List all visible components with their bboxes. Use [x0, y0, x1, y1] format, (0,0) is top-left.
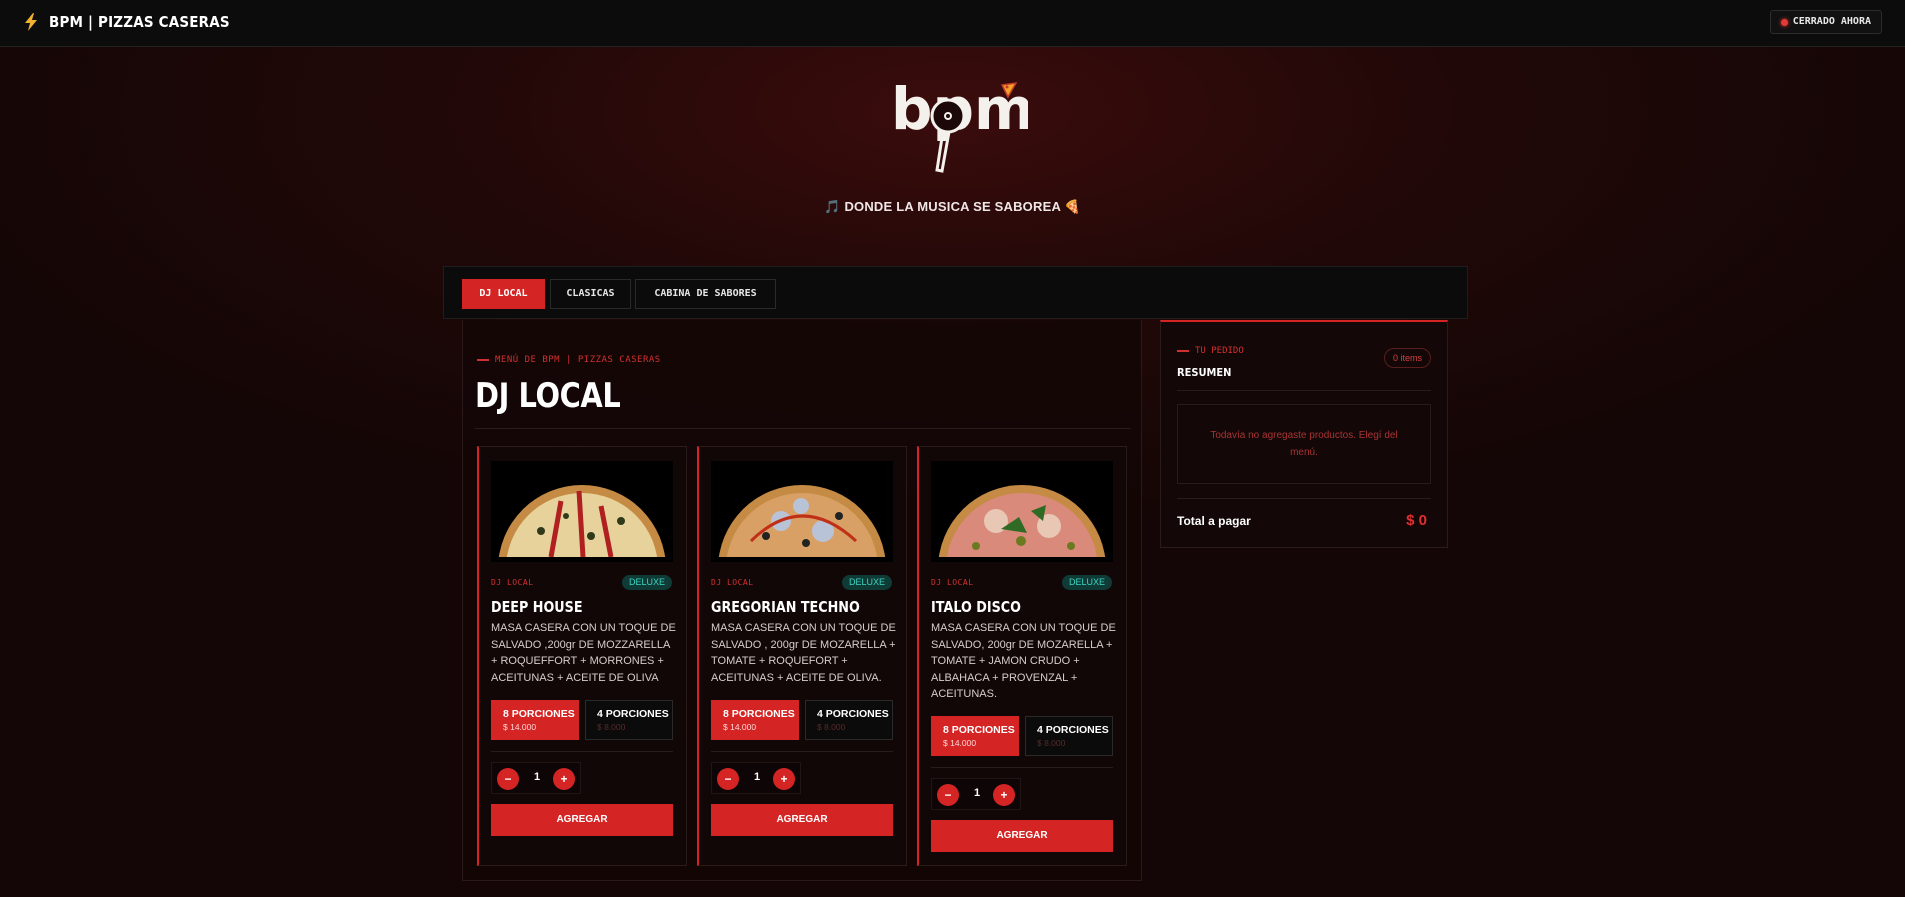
option-price: $ 8.000	[1037, 738, 1066, 748]
menu-eyebrow: MENÚ DE BPM | PIZZAS CASERAS	[477, 355, 661, 365]
decrement-button[interactable]: −	[717, 768, 739, 790]
status-label: CERRADO AHORA	[1792, 16, 1871, 27]
add-button[interactable]: AGREGAR	[491, 804, 673, 836]
product-description: MASA CASERA CON UN TOQUE DE SALVADO ,200…	[491, 622, 676, 684]
option-label: 8 PORCIONES	[723, 708, 795, 720]
order-summary: TU PEDIDO RESUMEN 0 items Todavía no agr…	[1160, 320, 1448, 548]
product-name: DEEP HOUSE	[491, 598, 583, 616]
status-dot-icon	[1780, 19, 1788, 26]
increment-button[interactable]: +	[773, 768, 795, 790]
product-category: DJ LOCAL	[931, 578, 974, 587]
category-tabs: DJ LOCAL CLASICAS CABINA DE SABORES	[443, 266, 1468, 319]
option-price: $ 8.000	[817, 722, 846, 732]
top-bar: BPM | PIZZAS CASERAS CERRADO AHORA	[0, 0, 1905, 47]
quantity-value: 1	[973, 787, 981, 799]
bpm-logo: bpm	[891, 78, 1028, 173]
option-label: 4 PORCIONES	[597, 708, 669, 720]
option-8-porciones[interactable]: 8 PORCIONES $ 14.000	[931, 716, 1019, 756]
divider	[1177, 498, 1431, 499]
option-price: $ 14.000	[723, 722, 757, 732]
cart-eyebrow: TU PEDIDO	[1177, 346, 1244, 356]
decrement-button[interactable]: −	[937, 784, 959, 806]
status-badge: CERRADO AHORA	[1769, 10, 1882, 34]
option-8-porciones[interactable]: 8 PORCIONES $ 14.000	[711, 700, 799, 740]
option-4-porciones[interactable]: 4 PORCIONES $ 8.000	[805, 700, 893, 740]
section-title: DJ LOCAL	[475, 376, 621, 416]
quantity-stepper: − 1 +	[711, 762, 801, 794]
increment-button[interactable]: +	[993, 784, 1015, 806]
divider	[931, 767, 1113, 768]
option-price: $ 14.000	[503, 722, 537, 732]
deluxe-badge: DELUXE	[1061, 575, 1112, 590]
add-button[interactable]: AGREGAR	[931, 820, 1113, 852]
cart-title: RESUMEN	[1177, 366, 1232, 379]
product-description: MASA CASERA CON UN TOQUE DE SALVADO , 20…	[711, 622, 896, 684]
option-label: 8 PORCIONES	[503, 708, 575, 720]
menu-section: MENÚ DE BPM | PIZZAS CASERAS DJ LOCAL DJ…	[462, 320, 1142, 881]
divider	[711, 751, 893, 752]
product-category: DJ LOCAL	[711, 578, 754, 587]
increment-button[interactable]: +	[553, 768, 575, 790]
product-card-gregorian-techno: DJ LOCAL DELUXE GREGORIAN TECHNO MASA CA…	[697, 446, 907, 866]
product-card-deep-house: DJ LOCAL DELUXE DEEP HOUSE MASA CASERA C…	[477, 446, 687, 866]
product-name: GREGORIAN TECHNO	[711, 598, 860, 616]
deluxe-badge: DELUXE	[841, 575, 892, 590]
items-count-badge: 0 items	[1383, 348, 1431, 368]
option-4-porciones[interactable]: 4 PORCIONES $ 8.000	[585, 700, 673, 740]
quantity-value: 1	[753, 771, 761, 783]
quantity-stepper: − 1 +	[931, 778, 1021, 810]
total-value: $ 0	[1406, 512, 1427, 529]
product-category: DJ LOCAL	[491, 578, 534, 587]
product-name: ITALO DISCO	[931, 598, 1021, 616]
bolt-icon	[25, 13, 37, 31]
option-price: $ 8.000	[597, 722, 626, 732]
pizza-image	[491, 461, 673, 562]
add-button[interactable]: AGREGAR	[711, 804, 893, 836]
divider	[491, 751, 673, 752]
empty-cart-message: Todavía no agregaste productos. Elegí de…	[1177, 404, 1431, 484]
tab-clasicas[interactable]: CLASICAS	[550, 279, 631, 309]
tab-cabina-de-sabores[interactable]: CABINA DE SABORES	[635, 279, 776, 309]
pizza-image	[711, 461, 893, 562]
quantity-stepper: − 1 +	[491, 762, 581, 794]
option-label: 8 PORCIONES	[943, 724, 1015, 736]
divider	[1177, 390, 1431, 391]
decrement-button[interactable]: −	[497, 768, 519, 790]
option-label: 4 PORCIONES	[817, 708, 889, 720]
option-8-porciones[interactable]: 8 PORCIONES $ 14.000	[491, 700, 579, 740]
product-description: MASA CASERA CON UN TOQUE DE SALVADO, 200…	[931, 622, 1116, 700]
total-label: Total a pagar	[1177, 514, 1251, 528]
deluxe-badge: DELUXE	[621, 575, 672, 590]
option-label: 4 PORCIONES	[1037, 724, 1109, 736]
option-4-porciones[interactable]: 4 PORCIONES $ 8.000	[1025, 716, 1113, 756]
pizza-image	[931, 461, 1113, 562]
tab-dj-local[interactable]: DJ LOCAL	[462, 279, 545, 309]
product-card-italo-disco: DJ LOCAL DELUXE ITALO DISCO MASA CASERA …	[917, 446, 1127, 866]
divider	[475, 428, 1131, 429]
tagline: 🎵 DONDE LA MUSICA SE SABOREA 🍕	[824, 199, 1081, 214]
brand-title: BPM | PIZZAS CASERAS	[49, 13, 230, 31]
quantity-value: 1	[533, 771, 541, 783]
option-price: $ 14.000	[943, 738, 977, 748]
